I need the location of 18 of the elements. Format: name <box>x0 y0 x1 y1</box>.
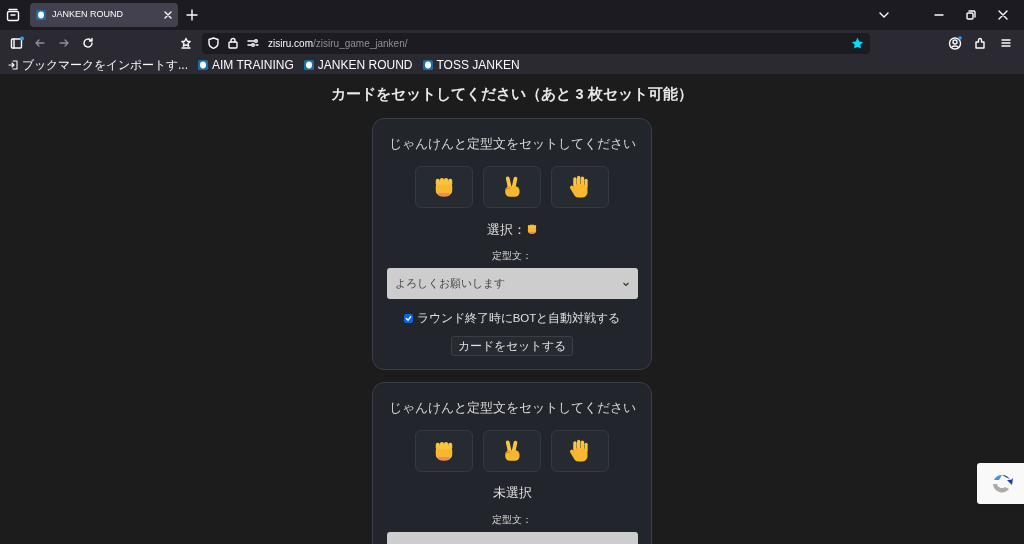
card-title: じゃんけんと定型文をセットしてください <box>388 134 636 153</box>
set-card-button[interactable]: カードをセットする <box>451 335 573 356</box>
selection-status: 選択： <box>486 220 526 239</box>
field-label: 定型文： <box>492 513 532 527</box>
bookmark-link[interactable]: TOSS JANKEN <box>436 58 520 72</box>
bookmark-link[interactable]: JANKEN ROUND <box>317 58 413 72</box>
page-heading: カードをセットしてください（あと 3 枚セット可能） <box>331 85 693 104</box>
field-label: 定型文： <box>492 249 532 264</box>
address-bar[interactable]: zisiru.com/zisiru_game_janken/ <box>202 32 870 54</box>
url-text: zisiru.com/zisiru_game_janken/ <box>268 36 409 51</box>
browser-tab[interactable]: JANKEN ROUND <box>30 3 178 27</box>
checkbox-label: ラウンド終了時にBOTと自動対戦する <box>416 311 621 327</box>
tab-title: JANKEN ROUND <box>52 8 124 22</box>
bookmark-link[interactable]: ブックマークをインポートす... <box>22 58 188 72</box>
bookmark-link[interactable]: AIM TRAINING <box>212 58 294 72</box>
preset-dropdown[interactable]: よろしくお願いします <box>386 268 638 300</box>
selection-status: 未選択 <box>492 484 532 503</box>
card-title: じゃんけんと定型文をセットしてください <box>388 398 636 417</box>
